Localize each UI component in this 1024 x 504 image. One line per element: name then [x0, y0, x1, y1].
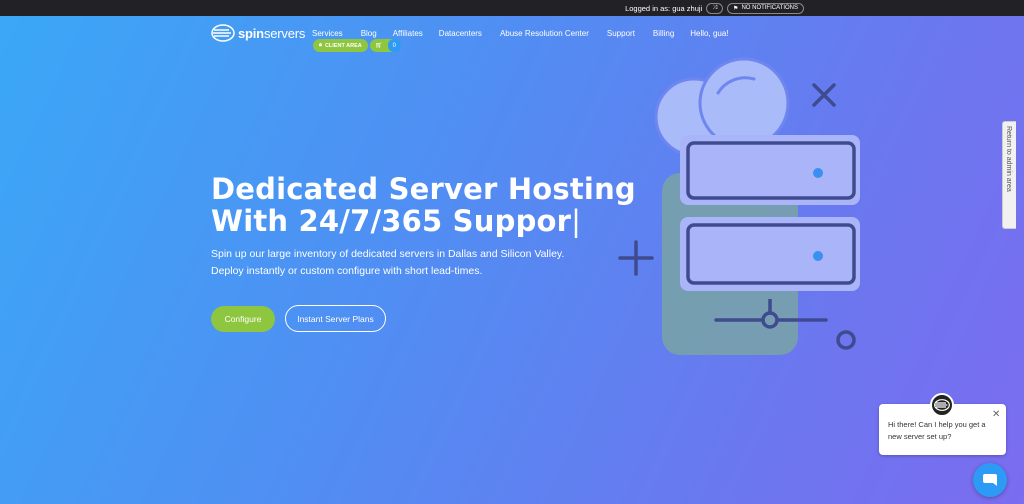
- nav-account[interactable]: Hello, gua!: [690, 29, 728, 38]
- configure-button[interactable]: Configure: [211, 306, 275, 332]
- x-shape-icon: [812, 83, 836, 107]
- main-nav: Services Blog Affiliates Datacenters Abu…: [312, 29, 729, 38]
- hero-subtitle-line1: Spin up our large inventory of dedicated…: [211, 248, 565, 260]
- logged-in-text: Logged in as: gua zhuji: [625, 3, 703, 13]
- hero-title: Dedicated Server Hosting With 24/7/365 S…: [211, 173, 636, 237]
- chat-avatar: [930, 393, 954, 417]
- notifications-label: NO NOTIFICATIONS: [741, 5, 798, 11]
- logo-text: spinservers: [238, 25, 306, 41]
- nav-blog[interactable]: Blog: [361, 29, 377, 38]
- nav-billing[interactable]: Billing: [653, 29, 674, 38]
- top-bar: Logged in as: gua zhuji ⤨ ⚑ NO NOTIFICAT…: [0, 0, 1024, 16]
- typing-cursor: |: [571, 204, 582, 238]
- plus-shape-icon: [618, 240, 654, 276]
- server-unit-top: [680, 135, 860, 205]
- small-ring-icon: [836, 330, 856, 350]
- shuffle-icon: ⤨: [712, 4, 718, 11]
- lock-icon: 🔒︎: [319, 42, 322, 48]
- notifications-button[interactable]: ⚑ NO NOTIFICATIONS: [727, 2, 804, 14]
- return-to-admin-tab[interactable]: Return to admin area: [1002, 121, 1016, 229]
- close-icon[interactable]: ✕: [992, 409, 1000, 420]
- nav-abuse-resolution-center[interactable]: Abuse Resolution Center: [500, 29, 589, 38]
- cart-button[interactable]: 🛒︎ 0: [370, 39, 401, 52]
- chat-open-button[interactable]: [973, 463, 1007, 497]
- client-area-label: CLIENT AREA: [324, 42, 362, 49]
- cart-icon: 🛒︎: [375, 43, 383, 49]
- nav-support[interactable]: Support: [607, 29, 635, 38]
- nav-affiliates[interactable]: Affiliates: [393, 29, 423, 38]
- instant-server-plans-button[interactable]: Instant Server Plans: [285, 305, 386, 332]
- server-illustration: [618, 57, 860, 355]
- hero-subtitle: Spin up our large inventory of dedicated…: [211, 246, 611, 280]
- switch-user-button[interactable]: ⤨: [706, 2, 724, 14]
- chat-message: Hi there! Can I help you get a new serve…: [888, 420, 986, 441]
- cart-count: 0: [387, 39, 401, 52]
- nav-datacenters[interactable]: Datacenters: [439, 29, 482, 38]
- logo-icon: [934, 399, 950, 411]
- flag-icon: ⚑: [733, 5, 739, 12]
- client-area-button[interactable]: 🔒︎ CLIENT AREA: [313, 39, 368, 52]
- hero-subtitle-line2: Deploy instantly or custom configure wit…: [211, 265, 483, 277]
- site-logo[interactable]: spinservers: [211, 24, 305, 42]
- server-unit-bottom: [680, 217, 860, 291]
- logo-icon: [211, 24, 235, 42]
- hero-title-line1: Dedicated Server Hosting: [211, 172, 636, 206]
- nav-services[interactable]: Services: [312, 29, 343, 38]
- return-to-admin-label: Return to admin area: [1005, 126, 1012, 192]
- hero-title-line2: With 24/7/365 Suppor|: [211, 204, 582, 238]
- chat-icon: [983, 474, 997, 486]
